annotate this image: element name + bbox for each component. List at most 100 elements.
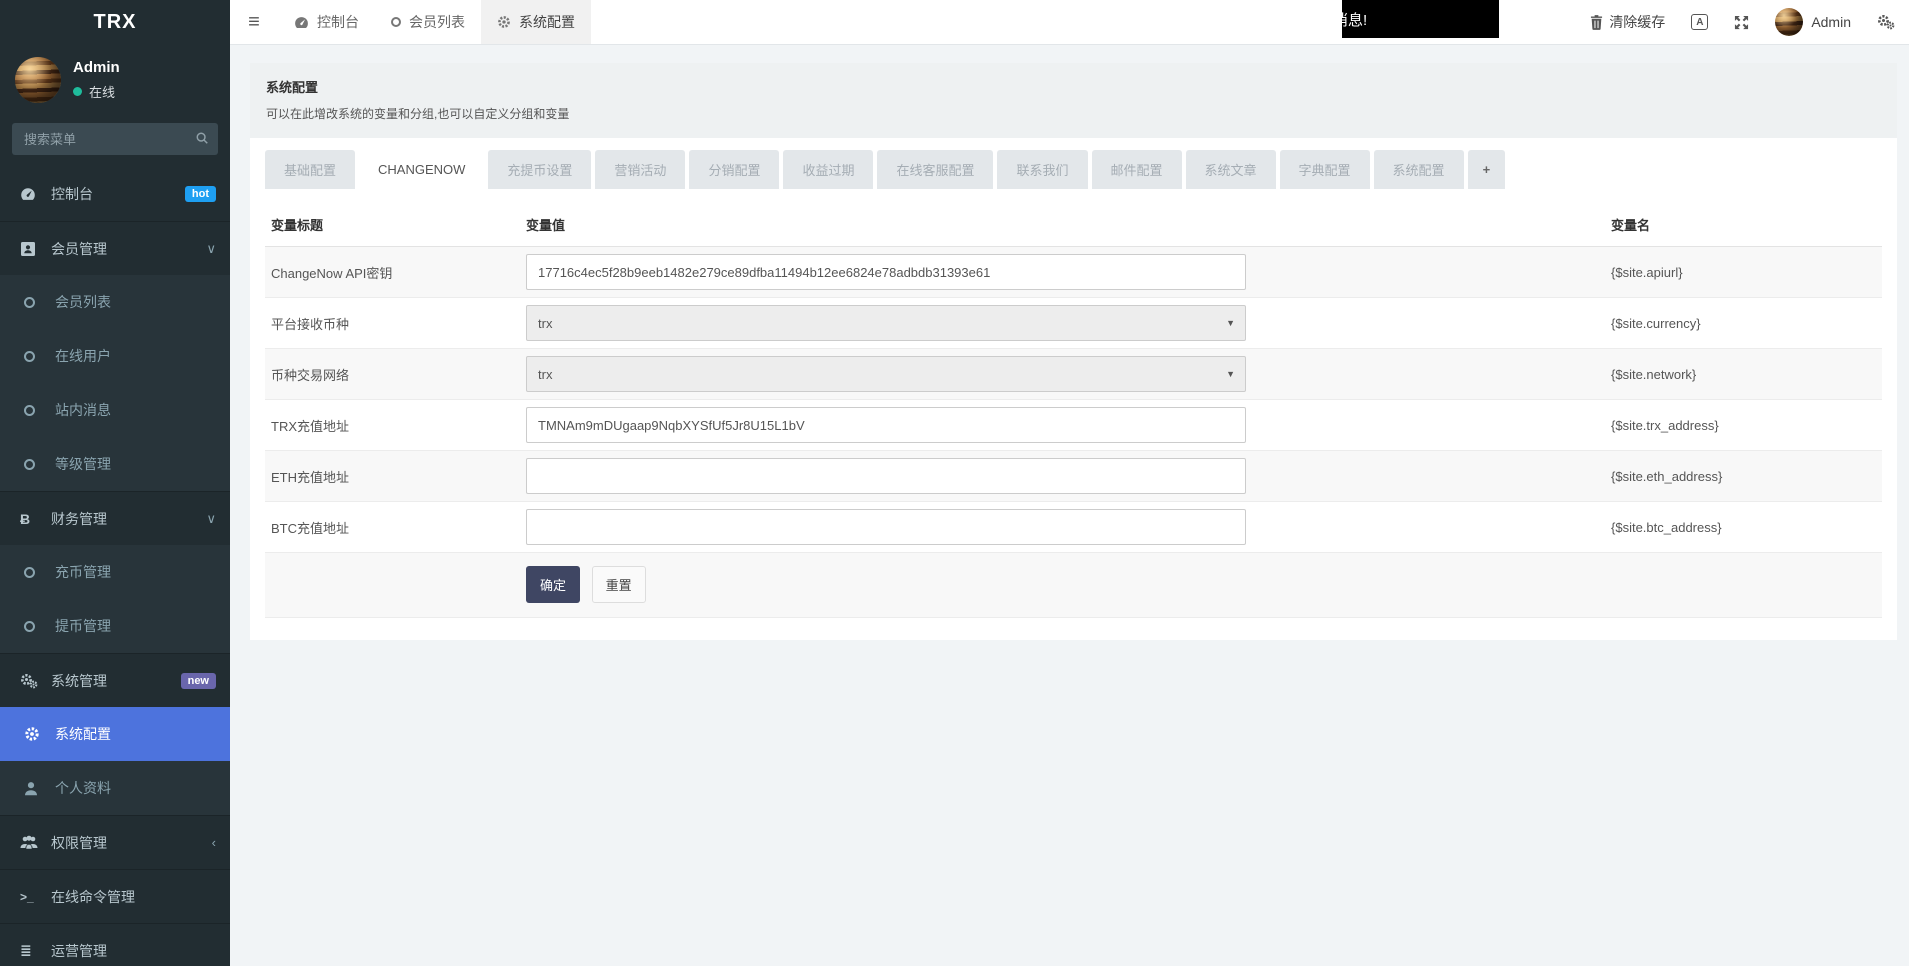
sidebar-item-system-manage[interactable]: 系统管理 new (0, 653, 230, 707)
tab-mail-config[interactable]: 邮件配置 (1092, 150, 1182, 189)
fullscreen-button[interactable] (1734, 15, 1749, 30)
tab-online-service[interactable]: 在线客服配置 (877, 150, 993, 189)
table-row: ChangeNow API密钥 {$site.apiurl} (265, 247, 1882, 298)
eth-address-input[interactable] (526, 458, 1246, 494)
currency-select[interactable]: trx (526, 305, 1246, 341)
terminal-icon: >_ (20, 890, 44, 904)
page-subtitle: 可以在此增改系统的变量和分组,也可以自定义分组和变量 (266, 105, 1881, 122)
clear-cache-label: 清除缓存 (1609, 12, 1665, 32)
sidebar-item-level-manage[interactable]: 等级管理 (0, 437, 230, 491)
sidebar-item-label: 财务管理 (51, 509, 206, 529)
tab-system-config[interactable]: 系统配置 (1374, 150, 1464, 189)
sidebar-item-label: 站内消息 (55, 400, 216, 420)
sidebar-item-label: 个人资料 (55, 778, 216, 798)
var-title: BTC充值地址 (265, 502, 520, 553)
sidebar-toggle-button[interactable]: ≡ (230, 0, 278, 44)
sidebar-item-label: 会员管理 (51, 239, 206, 259)
sidebar-item-member-list[interactable]: 会员列表 (0, 275, 230, 329)
sidebar-item-system-config[interactable]: 系统配置 (0, 707, 230, 761)
sidebar-item-withdraw-manage[interactable]: 提币管理 (0, 599, 230, 653)
var-name: {$site.network} (1605, 349, 1882, 400)
sidebar-item-label: 会员列表 (55, 292, 216, 312)
sidebar-menu: 控制台 hot 会员管理 ∨ 会员列表 在线用户 站内消息 等级管理 Ƀ (0, 167, 230, 966)
col-header-name: 变量名 (1605, 203, 1882, 247)
dashboard-icon (20, 186, 44, 202)
topbar: ≡ 控制台 会员列表 系统配置 消息! 清除缓存 (230, 0, 1909, 45)
var-name: {$site.trx_address} (1605, 400, 1882, 451)
sidebar-item-permissions[interactable]: 权限管理 ‹ (0, 815, 230, 869)
sidebar-item-online-command[interactable]: >_ 在线命令管理 (0, 869, 230, 923)
tab-marketing[interactable]: 营销活动 (595, 150, 685, 189)
sidebar-item-online-users[interactable]: 在线用户 (0, 329, 230, 383)
clear-cache-button[interactable]: 清除缓存 (1590, 12, 1665, 32)
circle-icon (24, 297, 48, 308)
gears-icon (20, 673, 44, 689)
sidebar-item-dashboard[interactable]: 控制台 hot (0, 167, 230, 221)
tab-base-config[interactable]: 基础配置 (265, 150, 355, 189)
var-name: {$site.apiurl} (1605, 247, 1882, 298)
search-input[interactable] (12, 123, 218, 155)
var-title: TRX充值地址 (265, 400, 520, 451)
online-status-label: 在线 (89, 82, 115, 101)
submit-button[interactable]: 确定 (526, 566, 580, 603)
sidebar-item-finance[interactable]: Ƀ 财务管理 ∨ (0, 491, 230, 545)
tab-system-article[interactable]: 系统文章 (1186, 150, 1276, 189)
topnav-tab-label: 控制台 (317, 12, 359, 32)
btc-address-input[interactable] (526, 509, 1246, 545)
circle-icon (24, 351, 48, 362)
list-icon: ≣ (20, 942, 44, 959)
var-title: 币种交易网络 (265, 349, 520, 400)
avatar (1775, 8, 1803, 36)
trx-address-input[interactable] (526, 407, 1246, 443)
marquee-text: 消息! (1342, 9, 1367, 30)
sidebar-item-site-messages[interactable]: 站内消息 (0, 383, 230, 437)
table-row: BTC充值地址 {$site.btc_address} (265, 502, 1882, 553)
user-icon (24, 781, 48, 796)
var-name: {$site.eth_address} (1605, 451, 1882, 502)
sidebar-item-label: 运营管理 (51, 941, 216, 961)
bitcoin-icon: Ƀ (20, 511, 44, 527)
user-name: Admin (73, 59, 120, 76)
circle-icon (391, 17, 401, 27)
tab-income-expire[interactable]: 收益过期 (783, 150, 873, 189)
sidebar-item-label: 系统配置 (55, 724, 216, 744)
sidebar-item-label: 提币管理 (55, 616, 216, 636)
tab-contact-us[interactable]: 联系我们 (997, 150, 1087, 189)
user-panel: Admin 在线 (0, 45, 230, 113)
table-row: 币种交易网络 trx ▼ {$site.network} (265, 349, 1882, 400)
sidebar-item-members[interactable]: 会员管理 ∨ (0, 221, 230, 275)
form-actions-row: 确定 重置 (265, 553, 1882, 618)
sidebar-item-label: 充币管理 (55, 562, 216, 582)
sidebar-item-profile[interactable]: 个人资料 (0, 761, 230, 815)
tab-deposit-withdraw[interactable]: 充提币设置 (488, 150, 591, 189)
search-icon (195, 131, 209, 145)
sidebar-item-label: 在线命令管理 (51, 887, 216, 907)
menu-search (12, 123, 218, 155)
topnav-tab-label: 系统配置 (519, 12, 575, 32)
config-tabs: 基础配置 CHANGENOW 充提币设置 营销活动 分销配置 收益过期 在线客服… (250, 138, 1897, 189)
reset-button[interactable]: 重置 (592, 566, 646, 603)
topnav-tab-system-config[interactable]: 系统配置 (481, 0, 591, 44)
sidebar-item-operations[interactable]: ≣ 运营管理 (0, 923, 230, 966)
language-button[interactable]: A (1691, 14, 1708, 30)
settings-button[interactable] (1877, 14, 1895, 30)
tab-changenow[interactable]: CHANGENOW (359, 150, 484, 189)
config-panel: 系统配置 可以在此增改系统的变量和分组,也可以自定义分组和变量 基础配置 CHA… (250, 63, 1897, 640)
tab-distribution[interactable]: 分销配置 (689, 150, 779, 189)
apiurl-input[interactable] (526, 254, 1246, 290)
main-area: ≡ 控制台 会员列表 系统配置 消息! 清除缓存 (230, 0, 1909, 966)
circle-icon (24, 567, 48, 578)
admin-name: Admin (1811, 14, 1851, 30)
topnav-tab-dashboard[interactable]: 控制台 (278, 0, 375, 44)
network-select[interactable]: trx (526, 356, 1246, 392)
sidebar-item-deposit-manage[interactable]: 充币管理 (0, 545, 230, 599)
topnav-tab-member-list[interactable]: 会员列表 (375, 0, 481, 44)
add-tab-button[interactable]: + (1468, 150, 1506, 189)
page-title: 系统配置 (266, 77, 1881, 96)
admin-menu[interactable]: Admin (1775, 8, 1851, 36)
var-title: 平台接收币种 (265, 298, 520, 349)
chevron-left-icon: ‹ (212, 835, 216, 850)
chevron-down-icon: ∨ (206, 241, 216, 257)
sidebar-item-label: 等级管理 (55, 454, 216, 474)
tab-dictionary[interactable]: 字典配置 (1280, 150, 1370, 189)
